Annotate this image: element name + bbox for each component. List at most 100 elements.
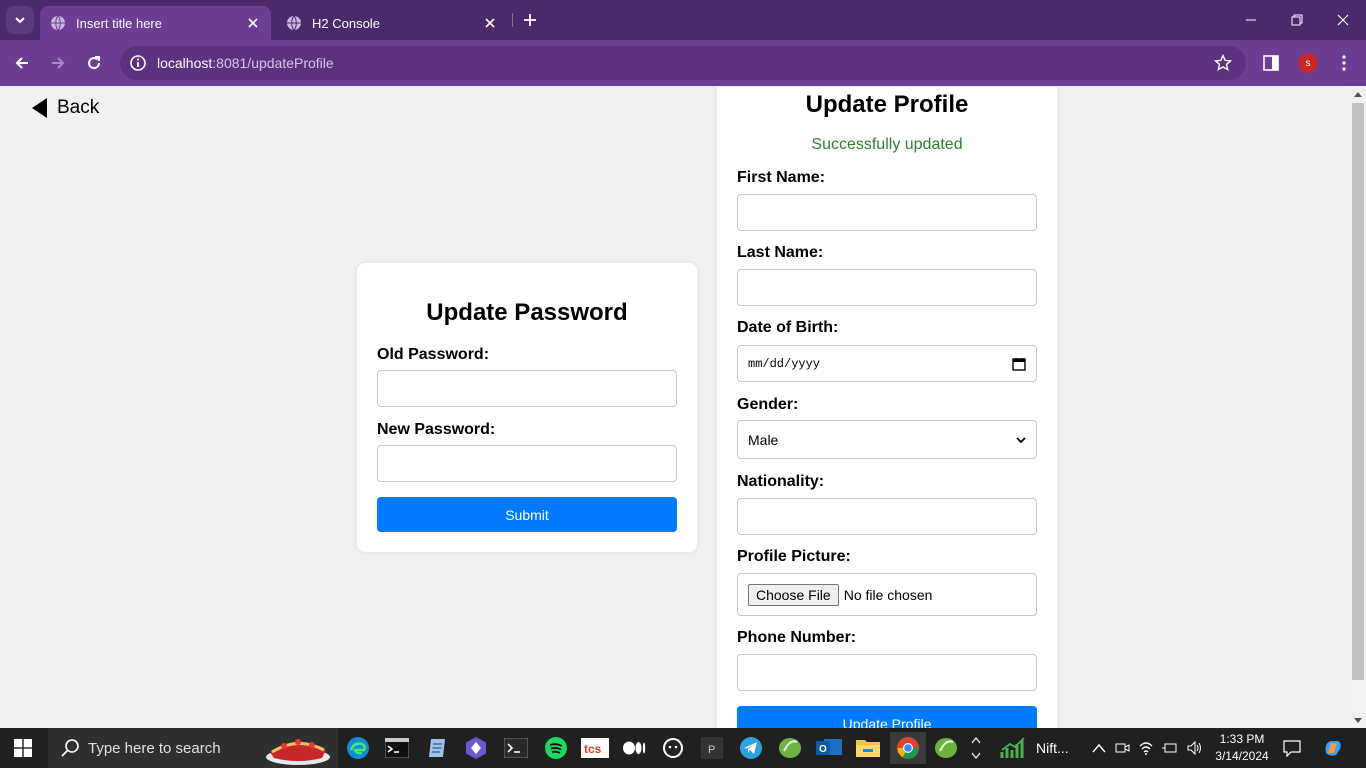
close-tab-icon[interactable] [245, 15, 261, 31]
taskbar-file-explorer[interactable] [852, 732, 884, 764]
old-password-input[interactable] [377, 370, 677, 407]
taskbar-pycharm[interactable]: P [696, 732, 728, 764]
nationality-label: Nationality: [737, 473, 825, 490]
new-password-input[interactable] [377, 445, 677, 482]
back-arrow-icon [32, 98, 47, 118]
gender-selected-value: Male [748, 431, 779, 448]
taskbar-spring-2[interactable] [930, 732, 962, 764]
profile-picture-label: Profile Picture: [737, 548, 851, 565]
page-viewport: Back Update Password Old Password: New P… [0, 87, 1366, 728]
new-password-label: New Password: [377, 421, 496, 438]
arrow-right-icon [52, 57, 65, 69]
copilot-icon [1325, 741, 1341, 756]
tab-separator [512, 13, 513, 27]
stock-widget[interactable]: Nift... [1000, 728, 1080, 768]
taskbar-spring-1[interactable] [774, 732, 806, 764]
phone-input[interactable] [737, 654, 1037, 691]
page-scrollbar[interactable] [1350, 87, 1366, 728]
nationality-input[interactable] [737, 498, 1037, 535]
profile-avatar[interactable]: s [1298, 53, 1318, 73]
hexagon-app-icon [466, 737, 486, 759]
taskbar-cmd[interactable] [381, 732, 413, 764]
scroll-down-arrow-icon[interactable] [1354, 718, 1362, 723]
menu-button[interactable] [1334, 53, 1354, 73]
close-tab-icon[interactable] [482, 15, 498, 31]
windows-start-icon[interactable] [14, 739, 32, 757]
taskbar-spotify[interactable] [540, 732, 572, 764]
taskbar-chrome[interactable] [890, 732, 926, 764]
minimize-button[interactable] [1228, 0, 1274, 40]
no-file-text: No file chosen [843, 586, 933, 603]
telegram-icon [740, 737, 762, 759]
first-name-input[interactable] [737, 194, 1037, 231]
taskbar-outlook[interactable]: O [813, 732, 845, 764]
meet-now-icon[interactable] [1114, 740, 1130, 756]
reload-button[interactable] [80, 49, 108, 77]
medium-icon [623, 741, 646, 755]
clock[interactable]: 1:33 PM 3/14/2024 [1212, 731, 1272, 765]
volume-icon[interactable] [1186, 740, 1204, 756]
scroll-thumb[interactable] [1352, 103, 1364, 680]
taskbar-terminal[interactable] [500, 732, 532, 764]
pycharm-icon: P [701, 737, 723, 759]
scroll-up-arrow-icon[interactable] [1354, 92, 1362, 97]
forward-nav-button[interactable] [44, 49, 72, 77]
notification-icon [1283, 740, 1301, 757]
more-vert-icon [1342, 55, 1346, 71]
last-name-input[interactable] [737, 269, 1037, 306]
address-bar[interactable]: localhost:8081/updateProfile [120, 46, 1246, 80]
side-panel-icon[interactable] [1262, 54, 1280, 72]
clock-date: 3/14/2024 [1215, 749, 1269, 763]
restore-button[interactable] [1274, 0, 1320, 40]
back-link[interactable]: Back [32, 97, 99, 119]
taskbar-telegram[interactable] [735, 732, 767, 764]
taskbar-tcs[interactable]: tcs [579, 732, 611, 764]
restore-icon [1291, 14, 1303, 26]
stock-chart-icon [1000, 737, 1025, 758]
spring-tool-icon [779, 738, 801, 758]
tab-bar: Insert title here H2 Console [0, 0, 1366, 40]
submit-password-button[interactable]: Submit [377, 497, 677, 532]
spotify-icon [545, 737, 567, 759]
taskbar-notes[interactable] [421, 732, 453, 764]
url-text: localhost:8081/updateProfile [157, 55, 334, 71]
profile-picture-input[interactable]: Choose File No file chosen [737, 573, 1037, 616]
copilot-button[interactable] [1322, 728, 1344, 768]
update-profile-button[interactable]: Update Profile [737, 706, 1037, 728]
battery-plugged-icon[interactable] [1162, 740, 1178, 756]
stock-widget-label: Nift... [1036, 740, 1069, 756]
chevron-up-icon[interactable] [1092, 743, 1106, 753]
taskbar-app-hex[interactable] [460, 732, 492, 764]
taskbar-edge[interactable] [342, 732, 374, 764]
chevron-down-icon [1016, 436, 1026, 443]
chevron-down-icon [15, 17, 25, 24]
gender-select[interactable]: Male [737, 420, 1037, 459]
tab-search-button[interactable] [6, 6, 34, 34]
system-tray [1092, 728, 1204, 768]
update-profile-card: Update Profile Successfully updated Firs… [717, 87, 1057, 728]
star-icon[interactable] [1214, 54, 1232, 72]
taskbar-scroll[interactable] [968, 728, 984, 768]
search-placeholder: Type here to search [88, 739, 221, 757]
taskbar-search[interactable]: Type here to search [48, 728, 338, 768]
dob-input[interactable]: mm/dd/yyyy [737, 345, 1037, 382]
globe-icon [287, 15, 301, 31]
choose-file-button[interactable]: Choose File [748, 583, 839, 606]
outlook-icon: O [816, 739, 842, 755]
wifi-icon[interactable] [1138, 740, 1154, 756]
close-icon [1337, 14, 1349, 26]
notifications-button[interactable] [1283, 728, 1301, 768]
back-nav-button[interactable] [8, 49, 36, 77]
taskbar-medium[interactable] [618, 732, 650, 764]
tab-insert-title[interactable]: Insert title here [40, 6, 271, 40]
chrome-icon [897, 737, 919, 759]
tab-h2-console[interactable]: H2 Console [276, 6, 508, 40]
calendar-icon[interactable] [1012, 357, 1026, 371]
new-tab-button[interactable] [518, 8, 542, 32]
taskbar-github[interactable] [657, 732, 689, 764]
spring-tool-icon [935, 738, 957, 758]
close-window-button[interactable] [1320, 0, 1366, 40]
site-info-icon[interactable] [129, 54, 147, 72]
dob-placeholder: mm/dd/yyyy [748, 356, 821, 371]
chevron-up-icon [971, 737, 981, 744]
